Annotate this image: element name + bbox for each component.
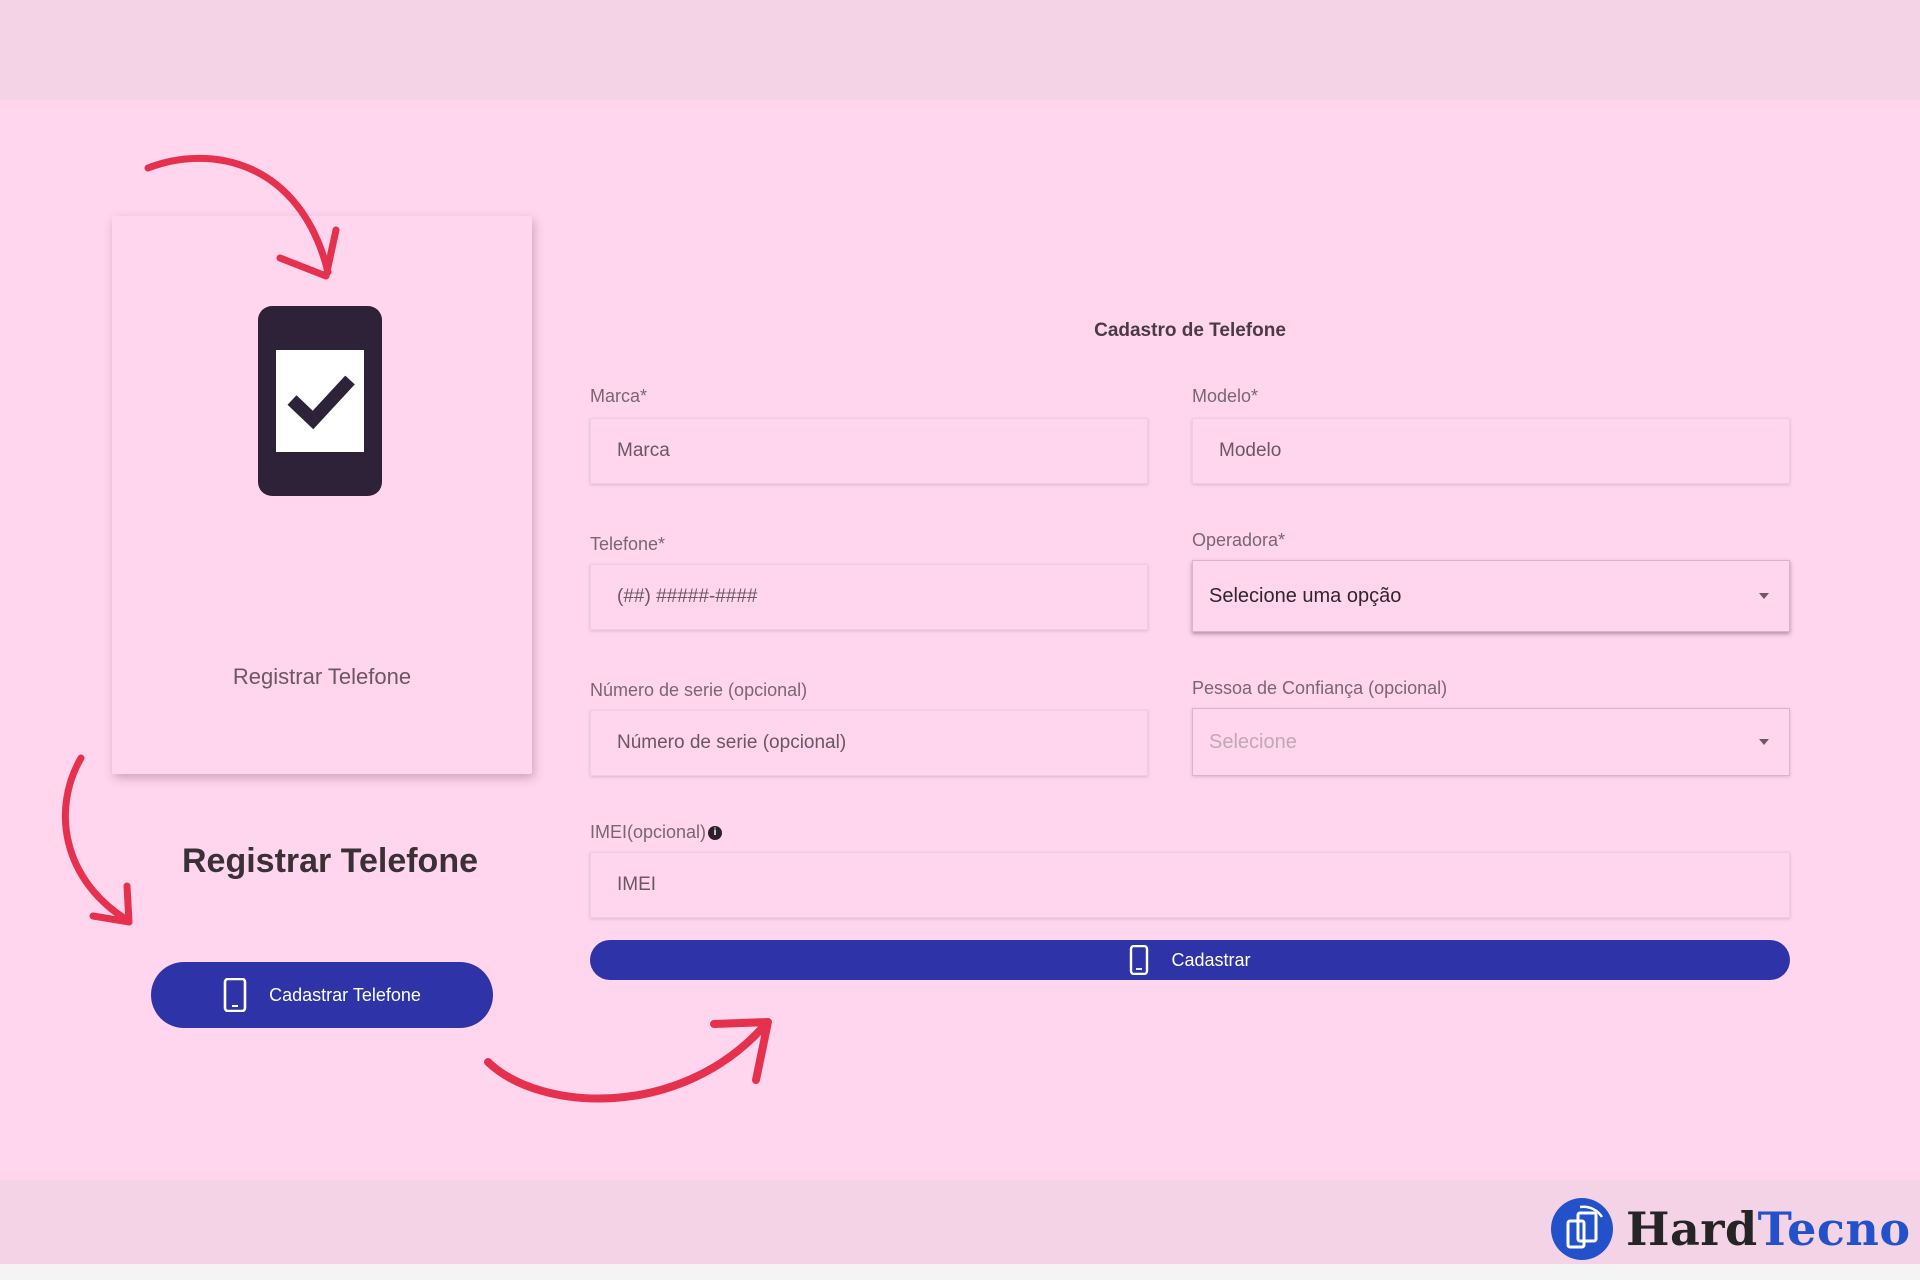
submit-button-label: Cadastrar: [1171, 949, 1251, 970]
marca-input[interactable]: Marca: [590, 418, 1148, 484]
register-phone-card[interactable]: Registrar Telefone: [112, 216, 532, 774]
numero-serie-label: Número de serie (opcional): [590, 680, 808, 700]
imei-placeholder: IMEI: [617, 874, 657, 895]
arrow-top-annotation: [144, 154, 340, 280]
form-title: Cadastro de Telefone: [1094, 320, 1286, 341]
arrow-left-annotation: [61, 754, 133, 926]
telefone-input[interactable]: (##) #####-####: [590, 564, 1148, 630]
brand-name: HardTecno: [1626, 1202, 1911, 1256]
hardtecno-brand: HardTecno: [1550, 1196, 1911, 1262]
modelo-placeholder: Modelo: [1219, 440, 1282, 461]
numero-serie-input[interactable]: Número de serie (opcional): [590, 710, 1148, 776]
chevron-down-icon: [1759, 739, 1769, 745]
register-phone-button[interactable]: Cadastrar Telefone: [151, 962, 493, 1028]
top-band: [0, 0, 1920, 100]
marca-label: Marca*: [590, 386, 648, 406]
arrow-bottom-annotation: [484, 1018, 772, 1103]
operadora-select[interactable]: Selecione uma opção: [1192, 560, 1790, 632]
phone-icon: [1130, 945, 1149, 975]
marca-placeholder: Marca: [617, 440, 670, 461]
modelo-label: Modelo*: [1192, 386, 1259, 406]
chevron-down-icon: [1759, 593, 1769, 599]
brand-name-part1: Hard: [1626, 1202, 1758, 1256]
imei-label: IMEI(opcional): [590, 822, 707, 842]
modelo-input[interactable]: Modelo: [1192, 418, 1790, 484]
side-title: Registrar Telefone: [181, 842, 478, 880]
imei-label-row: IMEI(opcional) i: [590, 822, 723, 843]
brand-name-part2: Tecno: [1757, 1202, 1911, 1256]
info-icon[interactable]: i: [708, 826, 723, 841]
pessoa-confianca-select[interactable]: Selecione: [1192, 708, 1790, 776]
operadora-label: Operadora*: [1192, 530, 1286, 550]
submit-button[interactable]: Cadastrar: [590, 940, 1790, 980]
register-phone-button-label: Cadastrar Telefone: [269, 984, 421, 1005]
phone-icon: [223, 978, 247, 1012]
operadora-selected: Selecione uma opção: [1209, 584, 1402, 607]
card-label: Registrar Telefone: [232, 664, 412, 689]
hardtecno-logo: [1551, 1198, 1613, 1260]
numero-serie-placeholder: Número de serie (opcional): [617, 732, 847, 753]
telefone-placeholder: (##) #####-####: [617, 586, 758, 607]
pessoa-confianca-label: Pessoa de Confiança (opcional): [1192, 678, 1448, 698]
phone-check-icon: [258, 306, 382, 496]
telefone-label: Telefone*: [590, 534, 666, 554]
imei-input[interactable]: IMEI: [590, 852, 1790, 918]
pessoa-confianca-selected: Selecione: [1209, 730, 1297, 753]
